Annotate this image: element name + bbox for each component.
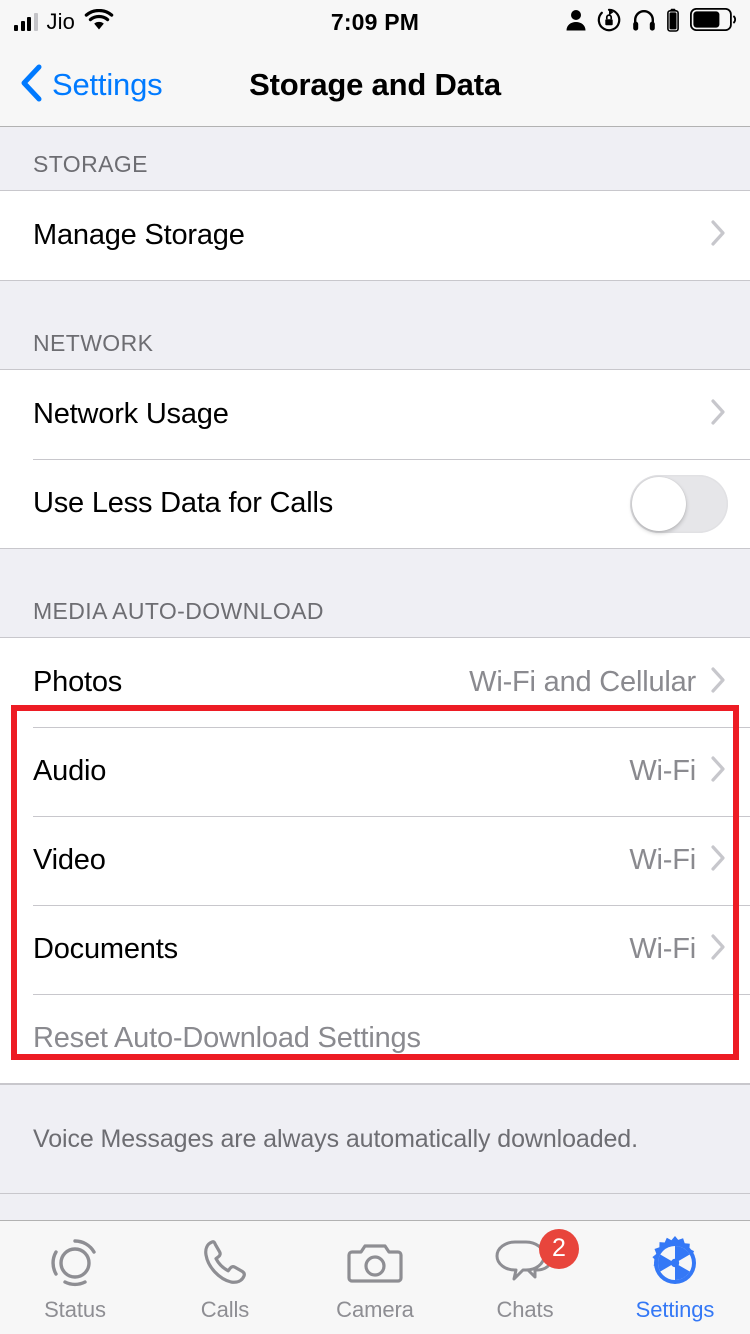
clock-label: 7:09 PM (330, 8, 420, 35)
tab-chats[interactable]: 2 Chats (450, 1221, 600, 1334)
status-bar: Jio 7:09 PM (0, 0, 750, 44)
row-value: Wi-Fi (629, 755, 696, 787)
row-manage-storage[interactable]: Manage Storage (0, 191, 750, 280)
status-rings-icon (46, 1233, 104, 1293)
row-accessory (630, 474, 728, 533)
headphone-battery-icon (667, 8, 679, 37)
section-header-network: NETWORK (0, 281, 750, 369)
tab-label: Settings (635, 1296, 715, 1322)
row-label: Documents (33, 933, 178, 965)
tab-label: Status (44, 1296, 106, 1322)
row-label: Manage Storage (33, 219, 245, 251)
row-accessory: Wi-Fi (629, 843, 728, 878)
page-title: Storage and Data (249, 67, 501, 102)
row-label: Audio (33, 755, 107, 787)
row-accessory: Wi-Fi (629, 754, 728, 789)
section-header-storage: STORAGE (0, 128, 750, 190)
settings-scroll-view[interactable]: STORAGE Manage Storage NETWORK Network U… (0, 128, 750, 1220)
row-reset-auto-download-settings[interactable]: Reset Auto-Download Settings (0, 994, 750, 1083)
footer-text: Voice Messages are always automatically … (33, 1124, 638, 1153)
row-label: Video (33, 844, 106, 876)
section-list-media-auto-download: Photos Wi-Fi and Cellular Audio Wi-Fi Vi… (0, 637, 750, 1084)
tab-calls[interactable]: Calls (150, 1221, 300, 1334)
row-value: Wi-Fi (629, 933, 696, 965)
chevron-right-icon (710, 218, 728, 253)
headphones-icon (632, 8, 656, 37)
toggle-knob (632, 476, 686, 531)
row-label: Network Usage (33, 398, 229, 430)
row-accessory: Wi-Fi and Cellular (469, 665, 728, 700)
row-accessory: Wi-Fi (629, 932, 728, 967)
phone-screen: Jio 7:09 PM Settings Storage and Data ST… (0, 0, 750, 1334)
row-photos[interactable]: Photos Wi-Fi and Cellular (0, 638, 750, 727)
person-icon (566, 9, 586, 36)
row-label: Reset Auto-Download Settings (33, 1022, 421, 1054)
tab-settings[interactable]: Settings (600, 1221, 750, 1334)
tab-label: Calls (200, 1296, 250, 1322)
tab-label: Camera (336, 1296, 414, 1322)
tab-label: Chats (496, 1296, 554, 1322)
chevron-right-icon (710, 397, 728, 432)
tab-bar: Status Calls Camera 2 Chats Settings (0, 1220, 750, 1334)
chat-bubbles-icon: 2 (493, 1228, 579, 1293)
chevron-right-icon (710, 754, 728, 789)
section-footer-media-auto-download: Voice Messages are always automatically … (0, 1084, 750, 1194)
row-value: Wi-Fi (629, 844, 696, 876)
row-video[interactable]: Video Wi-Fi (0, 816, 750, 905)
row-network-usage[interactable]: Network Usage (0, 370, 750, 459)
row-accessory (710, 218, 728, 253)
section-list-network: Network Usage Use Less Data for Calls (0, 369, 750, 549)
navigation-bar: Settings Storage and Data (0, 44, 750, 127)
row-documents[interactable]: Documents Wi-Fi (0, 905, 750, 994)
row-label: Use Less Data for Calls (33, 487, 334, 519)
status-bar-right (566, 0, 736, 44)
row-audio[interactable]: Audio Wi-Fi (0, 727, 750, 816)
row-use-less-data-for-calls[interactable]: Use Less Data for Calls (0, 459, 750, 548)
chats-unread-badge: 2 (539, 1228, 579, 1269)
chevron-right-icon (710, 843, 728, 878)
battery-icon (689, 7, 736, 36)
chevron-right-icon (710, 932, 728, 967)
row-label: Photos (33, 666, 123, 698)
chevron-right-icon (710, 665, 728, 700)
gear-icon (646, 1233, 704, 1293)
use-less-data-toggle[interactable] (630, 474, 728, 533)
camera-icon (346, 1233, 404, 1293)
phone-icon (196, 1233, 254, 1293)
section-header-media-auto-download: MEDIA AUTO-DOWNLOAD (0, 549, 750, 637)
tab-camera[interactable]: Camera (300, 1221, 450, 1334)
rotation-lock-icon (597, 8, 621, 37)
tab-status[interactable]: Status (0, 1221, 150, 1334)
row-value: Wi-Fi and Cellular (469, 666, 696, 698)
row-accessory (710, 397, 728, 432)
section-list-storage: Manage Storage (0, 190, 750, 281)
